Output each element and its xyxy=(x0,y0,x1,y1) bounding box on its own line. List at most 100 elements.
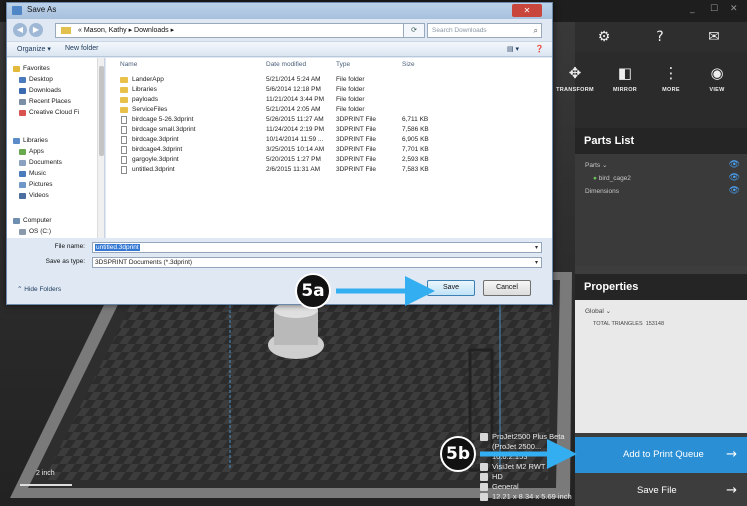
check-icon: ● xyxy=(593,175,597,182)
nav-recent-places[interactable]: Recent Places xyxy=(19,97,71,107)
scope-select[interactable]: Global ⌄ xyxy=(585,306,611,318)
nav-pictures[interactable]: Pictures xyxy=(19,180,52,190)
new-folder-button[interactable]: New folder xyxy=(65,45,98,52)
recent-icon xyxy=(19,99,26,105)
file-row[interactable]: LanderApp 5/21/2014 5:24 AM File folder xyxy=(106,75,552,85)
file-row[interactable]: payloads 11/21/2014 3:44 PM File folder xyxy=(106,95,552,105)
nav-documents[interactable]: Documents xyxy=(19,158,62,168)
minimize-button[interactable]: _ xyxy=(690,4,695,14)
file-name-input[interactable]: untitled.3dprint ▾ xyxy=(92,242,542,253)
search-input[interactable]: Search Downloads ⌕ xyxy=(427,23,542,38)
more-tool[interactable]: ⋮ MORE xyxy=(651,62,691,93)
file-icon xyxy=(121,126,127,134)
dimensions-item[interactable]: Dimensions xyxy=(585,186,619,198)
apps-icon xyxy=(19,149,26,155)
computer-icon xyxy=(13,218,20,224)
add-to-print-queue-button[interactable]: Add to Print Queue → xyxy=(575,437,747,473)
forward-icon[interactable]: ▶ xyxy=(29,23,43,37)
hide-folders-toggle[interactable]: ⌃ Hide Folders xyxy=(17,285,61,293)
chevron-down-icon[interactable]: ▾ xyxy=(535,243,538,252)
help-icon[interactable]: ? xyxy=(651,28,669,46)
column-name[interactable]: Name xyxy=(120,61,137,68)
nav-os-drive[interactable]: OS (C:) xyxy=(19,227,51,237)
folder-icon xyxy=(120,77,128,83)
mirror-icon: ◧ xyxy=(617,64,633,82)
music-icon xyxy=(19,171,26,177)
file-row[interactable]: gargoyle.3dprint 5/20/2015 1:27 PM 3DPRINT… xyxy=(106,155,552,165)
mirror-tool[interactable]: ◧ MIRROR xyxy=(605,62,645,93)
save-button[interactable]: Save xyxy=(427,280,475,296)
file-row[interactable]: birdcage.3dprint 10/14/2014 11:59 ... 3DPR… xyxy=(106,135,552,145)
column-type[interactable]: Type xyxy=(336,61,350,68)
videos-icon xyxy=(19,193,26,199)
folder-icon xyxy=(61,27,71,34)
gear-icon[interactable]: ⚙ xyxy=(595,28,613,46)
nav-computer[interactable]: Computer xyxy=(13,216,52,226)
nav-libraries[interactable]: Libraries xyxy=(13,136,48,146)
refresh-button[interactable]: ⟳ xyxy=(403,23,425,38)
file-icon xyxy=(121,116,127,124)
dialog-footer: ⌃ Hide Folders Save Cancel xyxy=(7,273,552,305)
file-row[interactable]: birdcage small.3dprint 11/24/2014 2:19 PM… xyxy=(106,125,552,135)
close-window-button[interactable]: ✕ xyxy=(730,4,738,14)
material-icon xyxy=(480,463,488,471)
cancel-button[interactable]: Cancel xyxy=(483,280,531,296)
file-row[interactable]: ServiceFiles 5/21/2014 2:05 AM File folder xyxy=(106,105,552,115)
gear-small-icon xyxy=(480,483,488,491)
scrollbar-thumb[interactable] xyxy=(99,66,104,156)
eye-icon[interactable]: 👁 xyxy=(729,173,740,183)
file-icon xyxy=(121,156,127,164)
back-icon[interactable]: ◀ xyxy=(13,23,27,37)
file-list: Name Date modified Type Size LanderApp 5/… xyxy=(106,58,552,238)
transform-tool[interactable]: ✥ TRANSFORM xyxy=(555,62,595,93)
folder-icon xyxy=(120,97,128,103)
more-label: MORE xyxy=(662,87,680,93)
globe-icon xyxy=(480,493,488,501)
pictures-icon xyxy=(19,182,26,188)
file-row[interactable]: Libraries 5/6/2014 12:18 PM File folder xyxy=(106,85,552,95)
nav-scrollbar[interactable] xyxy=(97,58,104,238)
printer-detail: (ProJet 2500... xyxy=(492,442,542,451)
dialog-title: Save As xyxy=(27,5,57,14)
documents-icon xyxy=(19,160,26,166)
eye-icon[interactable]: 👁 xyxy=(729,186,740,196)
save-as-type-select[interactable]: 3DSPRINT Documents (*.3dprint) ▾ xyxy=(92,257,542,268)
file-row[interactable]: birdcage4.3dprint 3/25/2015 10:14 AM 3DPRI… xyxy=(106,145,552,155)
nav-favorites[interactable]: Favorites xyxy=(13,64,50,74)
command-bar: Organize ▾ New folder ▤ ▾ ❓ xyxy=(7,41,552,57)
column-date-modified[interactable]: Date modified xyxy=(266,61,306,68)
nav-apps[interactable]: Apps xyxy=(19,147,44,157)
printer-ip: 10.6.2.153 xyxy=(492,452,528,461)
part-item[interactable]: ● bird_cage2 xyxy=(593,173,631,185)
file-row[interactable]: untitled.3dprint 2/6/2015 11:31 AM 3DPRINT… xyxy=(106,165,552,175)
mail-icon[interactable]: ✉ xyxy=(705,28,723,46)
nav-videos[interactable]: Videos xyxy=(19,191,49,201)
view-tool[interactable]: ◉ VIEW xyxy=(697,62,737,93)
nav-music[interactable]: Music xyxy=(19,169,46,179)
nav-desktop[interactable]: Desktop xyxy=(19,75,53,85)
address-bar[interactable]: « Mason, Kathy ▸ Downloads ▸ xyxy=(55,23,425,38)
maximize-button[interactable]: ☐ xyxy=(710,4,718,14)
properties-panel: Global ⌄ TOTAL TRIANGLES 153148 xyxy=(575,300,747,433)
dialog-close-button[interactable]: ✕ xyxy=(512,4,542,17)
nav-downloads[interactable]: Downloads xyxy=(19,86,61,96)
nav-creative-cloud[interactable]: Creative Cloud Fi xyxy=(19,108,79,118)
arrow-right-icon: → xyxy=(726,447,737,462)
chevron-down-icon: ⌄ xyxy=(601,162,608,169)
print-mode: HD xyxy=(480,472,572,482)
mirror-label: MIRROR xyxy=(612,87,638,93)
view-options-icon[interactable]: ▤ ▾ xyxy=(507,45,519,53)
column-size[interactable]: Size xyxy=(402,61,415,68)
parts-toggle[interactable]: Parts ⌄ xyxy=(585,160,607,172)
file-row[interactable]: birdcage 5-26.3dprint 5/26/2015 11:27 AM 3… xyxy=(106,115,552,125)
drive-icon xyxy=(19,229,26,235)
callout-5b: 5b xyxy=(440,436,476,472)
tools-row: ✥ TRANSFORM ◧ MIRROR ⋮ MORE ◉ VIEW xyxy=(556,52,747,128)
properties-header: Properties xyxy=(575,274,747,300)
organize-menu[interactable]: Organize ▾ xyxy=(17,45,51,53)
help-icon[interactable]: ❓ xyxy=(535,45,544,53)
downloads-icon xyxy=(19,88,26,94)
file-icon xyxy=(121,136,127,144)
eye-icon[interactable]: 👁 xyxy=(729,160,740,170)
save-file-button[interactable]: Save File → xyxy=(575,473,747,506)
